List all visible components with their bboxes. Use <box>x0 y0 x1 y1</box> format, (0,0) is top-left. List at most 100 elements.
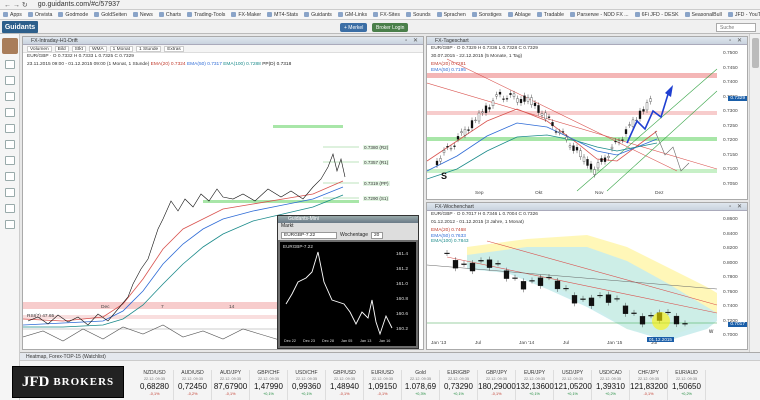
candle-body <box>565 136 568 140</box>
panel-title: FX-Intraday-H1-Drift ▫ ✕ <box>23 37 423 45</box>
quote-tile[interactable]: USD/CHF 22.12. 09:35 0,99360 +0,1% <box>288 370 326 400</box>
bookmark-item[interactable]: Tradable <box>534 12 567 18</box>
quote-tile[interactable]: NZD/USD 22.12. 09:35 0,68280 -0,1% <box>136 370 174 400</box>
toolbar-button[interactable]: Stkt <box>71 45 86 52</box>
candle-body <box>509 93 512 95</box>
quote-tile[interactable]: GBP/JPY 22.12. 09:35 180,29000 -0,1% <box>478 370 516 400</box>
bookmark-favicon-icon <box>304 12 310 17</box>
bookmark-item[interactable]: GM-Links <box>335 12 370 18</box>
toolbar-button[interactable]: WMA <box>88 45 107 52</box>
calendar-icon[interactable] <box>5 108 15 117</box>
quote-tile[interactable]: USD/CAD 22.12. 09:35 1,39310 +0,2% <box>592 370 630 400</box>
folder-icon[interactable] <box>5 172 15 181</box>
quote-tile[interactable]: EUR/USD 22.12. 09:35 1,09150 -0,1% <box>364 370 402 400</box>
toolbar-button[interactable]: 1 Monat <box>109 45 134 52</box>
candle-body <box>579 150 582 158</box>
chart-icon[interactable] <box>5 60 15 69</box>
bookmark-item[interactable]: Charts <box>156 12 184 18</box>
daily-chart-svg[interactable]: S <box>427 51 748 200</box>
list-icon[interactable] <box>5 76 15 85</box>
bookmark-item[interactable]: Onvista <box>25 12 56 18</box>
bell-icon[interactable] <box>5 188 15 197</box>
avatar[interactable] <box>2 38 18 54</box>
bookmark-item[interactable]: 6Fi JFD - DESK <box>632 12 682 18</box>
quote-change: +0,1% <box>567 392 578 396</box>
mini-chart-window[interactable]: Guidants-Mini Markt EURGBP-7.22 Wochenta… <box>277 215 419 349</box>
bookmark-item[interactable]: FX-Maker <box>228 12 264 18</box>
news-icon[interactable] <box>5 92 15 101</box>
window-controls-icon[interactable]: ▫ ✕ <box>405 37 420 45</box>
settings-icon[interactable] <box>5 156 15 165</box>
candle-body <box>572 145 575 151</box>
scrollbar-thumb[interactable] <box>752 38 759 68</box>
mini-chart-area[interactable]: EURGBP-7.22 161.4 161.2 161.0 160.8 160.6 160… <box>280 242 416 346</box>
merkel-button[interactable]: + Merkel <box>340 23 368 32</box>
y-tick-label: 0.7200 <box>723 138 738 143</box>
toolbar-button[interactable]: 1 Stunde <box>136 45 162 52</box>
left-icon-rail <box>0 34 20 400</box>
quote-tile[interactable]: EUR/AUD 22.12. 09:35 1,50650 +0,2% <box>668 370 706 400</box>
quote-symbol: USD/JPY <box>561 370 584 376</box>
bookmark-item[interactable]: Sprachen <box>434 12 469 18</box>
toolbar-button[interactable]: Extras <box>164 45 184 52</box>
heatmap-icon[interactable] <box>5 124 15 133</box>
broker-login-button[interactable]: Broker Login <box>372 23 409 32</box>
guidants-logo[interactable]: Guidants <box>2 21 38 33</box>
window-controls-icon[interactable]: ▫ ✕ <box>729 203 744 211</box>
search-input[interactable]: Suche <box>716 23 756 32</box>
url-text[interactable]: go.guidants.com/#c/57937 <box>38 1 120 8</box>
bookmark-item[interactable]: MT4-Stats <box>264 12 301 18</box>
symbol-select[interactable]: EURGBP-7.22 <box>281 231 337 239</box>
bookmark-item[interactable]: Apps <box>0 12 25 18</box>
candle-body <box>610 146 614 149</box>
bookmark-label: Apps <box>10 11 22 18</box>
browser-url-bar[interactable]: ← → ↻ go.guidants.com/#c/57937 <box>0 0 760 10</box>
quote-tile[interactable]: GBP/CHF 22.12. 09:35 1,47990 +0,1% <box>250 370 288 400</box>
bookmark-item[interactable]: Trading-Tools <box>184 12 228 18</box>
bookmark-favicon-icon <box>471 12 477 17</box>
toolbar-button[interactable]: Bild <box>54 45 69 52</box>
bookmark-item[interactable]: GoldSeiten <box>91 12 130 18</box>
x-tick-label: Okt <box>535 191 543 196</box>
table-icon[interactable] <box>5 140 15 149</box>
bookmark-item[interactable]: Godmode <box>55 12 91 18</box>
bookmark-favicon-icon <box>132 12 138 17</box>
x-tick-label: Jan '14 <box>519 341 535 346</box>
bookmark-item[interactable]: Sounds <box>403 12 434 18</box>
bookmark-item[interactable]: Ablage <box>505 12 534 18</box>
bookmark-item[interactable]: JFD - YouTube <box>725 12 760 18</box>
help-icon[interactable] <box>5 220 15 229</box>
quote-tile[interactable]: EUR/GBP 22.12. 09:35 0,73290 +0,1% <box>440 370 478 400</box>
window-controls-icon[interactable]: ▫ ✕ <box>729 37 744 45</box>
candle-body <box>645 102 649 111</box>
quote-tile[interactable]: GBP/USD 22.12. 09:35 1,48940 -0,1% <box>326 370 364 400</box>
browser-nav-buttons[interactable]: ← → ↻ <box>4 1 28 9</box>
candle-body <box>639 316 646 325</box>
period-input[interactable]: 20 <box>370 231 383 239</box>
bookmark-item[interactable]: SeasonalBull <box>682 12 725 18</box>
quote-tile[interactable]: Gold 22.12. 09:35 1.078,69 +0,3% <box>402 370 440 400</box>
quote-tile[interactable]: AUD/USD 22.12. 09:35 0,72450 -0,2% <box>174 370 212 400</box>
candle-body <box>477 112 481 122</box>
app-header: Guidants + Merkel Broker Login Suche <box>0 20 760 34</box>
quote-tile[interactable]: AUD/JPY 22.12. 09:35 87,67900 -0,1% <box>212 370 250 400</box>
candle-body <box>614 141 617 143</box>
candle-body <box>554 131 558 133</box>
bookmark-favicon-icon <box>570 12 576 17</box>
quote-tile[interactable]: EUR/JPY 22.12. 09:35 132,13600 +0,1% <box>516 370 554 400</box>
y-tick-label: 0.7300 <box>723 109 738 114</box>
y-tick-label: 0.7600 <box>723 289 738 295</box>
bookmark-item[interactable]: Guidants <box>301 12 335 18</box>
quote-tile[interactable]: USD/JPY 22.12. 09:35 121,05200 +0,1% <box>554 370 592 400</box>
chat-icon[interactable] <box>5 204 15 213</box>
quote-tile[interactable]: CHF/JPY 22.12. 09:35 121,83200 -0,1% <box>630 370 668 400</box>
bookmark-item[interactable]: News <box>130 12 156 18</box>
page-scrollbar[interactable] <box>749 34 760 352</box>
bookmark-item[interactable]: Sonstiges <box>469 12 505 18</box>
weekly-chart-svg[interactable]: w <box>427 217 748 350</box>
toolbar-button[interactable]: Volumen <box>27 45 52 52</box>
bookmark-item[interactable]: Parserwe - NDD FX ... <box>567 12 632 18</box>
jfd-brokers-logo[interactable]: JFD BROKERS <box>12 366 124 398</box>
bookmark-item[interactable]: FX-Sites <box>370 12 403 18</box>
mini-window-title[interactable]: Guidants-Mini <box>278 216 418 223</box>
